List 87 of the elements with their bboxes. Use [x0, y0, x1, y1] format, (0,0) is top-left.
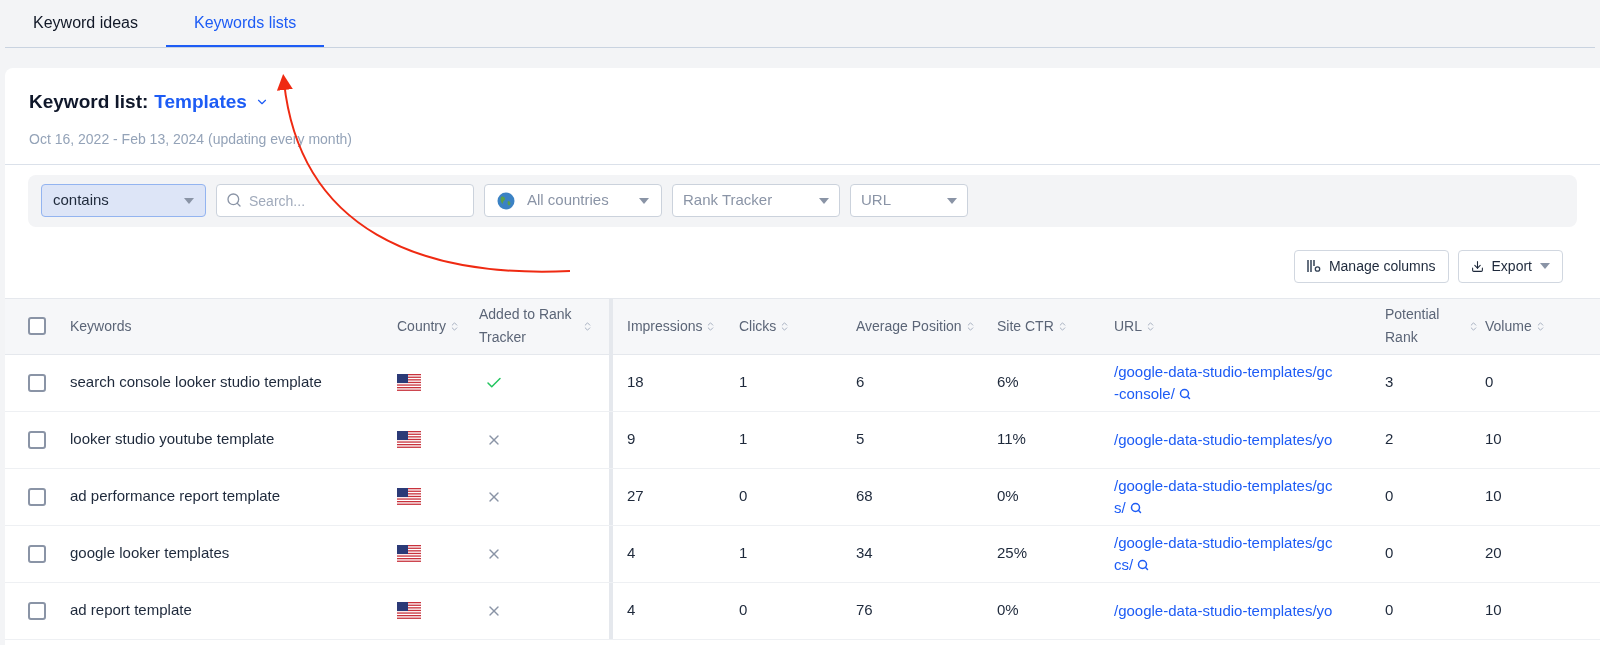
table-cell: 0%: [997, 487, 1019, 505]
sort-icon: [582, 320, 593, 332]
table-cell-text: 4: [627, 543, 636, 564]
globe-icon: [497, 191, 515, 210]
column-header[interactable]: Country: [397, 314, 447, 338]
sort-icon: [1145, 320, 1156, 332]
table-cell: 0: [1385, 487, 1394, 505]
table-cell-text: 18: [627, 372, 644, 393]
table-cell: 68: [856, 487, 873, 505]
url-link[interactable]: s/: [1114, 496, 1126, 519]
rank-tracker-dropdown[interactable]: Rank Tracker: [672, 184, 840, 217]
column-header[interactable]: Keywords: [70, 314, 132, 338]
checkbox[interactable]: [28, 487, 46, 506]
keyword-text: ad report template: [70, 601, 192, 619]
table-cell: 2: [1385, 430, 1394, 448]
table-cell: 11%: [997, 430, 1026, 448]
table-cell: 0%: [997, 601, 1019, 619]
table-cell: 25%: [997, 544, 1028, 562]
keyword-text: ad performance report template: [70, 487, 281, 505]
us-flag-icon: [397, 430, 421, 449]
url-link[interactable]: cs/: [1114, 553, 1134, 576]
url-dropdown[interactable]: URL: [850, 184, 968, 217]
keyword-text: looker studio youtube template: [70, 430, 275, 448]
table-cell: 34: [856, 544, 873, 562]
table-cell: 0: [1385, 601, 1394, 619]
column-header[interactable]: URL: [1114, 314, 1142, 338]
list-selector[interactable]: Templates: [154, 88, 269, 117]
table-cell: 0: [1485, 373, 1494, 391]
table-cell-text: 9: [627, 429, 636, 450]
caret-icon: [947, 197, 957, 204]
table-cell: 76: [856, 601, 873, 619]
checkbox[interactable]: [28, 430, 46, 449]
table-cell: 6%: [997, 373, 1019, 391]
caret-icon: [819, 197, 829, 204]
tab[interactable]: Keywords lists: [165, 0, 325, 47]
table-cell: 10: [1485, 487, 1502, 505]
columns-settings-icon: [1306, 259, 1321, 273]
country-dropdown[interactable]: All countries: [484, 184, 662, 217]
table-cell: 0: [739, 487, 748, 505]
column-header[interactable]: Added to Rank Tracker: [479, 303, 579, 349]
us-flag-icon: [397, 544, 421, 563]
table-cell: 20: [1485, 544, 1502, 562]
checkbox[interactable]: [28, 373, 46, 392]
download-icon: [1470, 259, 1484, 273]
search-icon: [226, 192, 242, 208]
keyword-text: google looker templates: [70, 544, 230, 562]
table-cell: 1: [739, 373, 748, 391]
column-header[interactable]: Potential Rank: [1385, 303, 1465, 349]
table-cell: 0: [739, 601, 748, 619]
list-title: Keyword list:: [29, 90, 149, 114]
caret-icon: [1540, 263, 1550, 269]
table-cell-text: 4: [627, 600, 636, 621]
url-link[interactable]: /google-data-studio-templates/gc: [1114, 474, 1333, 497]
export-button[interactable]: Export: [1457, 249, 1563, 283]
match-dropdown[interactable]: contains: [41, 184, 206, 217]
us-flag-icon: [397, 373, 421, 392]
checkbox[interactable]: [28, 317, 46, 335]
manage-columns-button[interactable]: Manage columns: [1293, 249, 1449, 283]
column-header[interactable]: Impressions: [627, 314, 703, 338]
table-cell: 1: [739, 544, 748, 562]
table-cell: 10: [1485, 601, 1502, 619]
caret-icon: [184, 197, 194, 204]
us-flag-icon: [397, 601, 421, 620]
table-cell: 10: [1485, 430, 1502, 448]
table-cell: 6: [856, 373, 865, 391]
column-header[interactable]: Clicks: [739, 314, 777, 338]
checkbox[interactable]: [28, 601, 46, 620]
column-header[interactable]: Volume: [1485, 314, 1532, 338]
checkbox[interactable]: [28, 544, 46, 563]
table-cell: 5: [856, 430, 865, 448]
keyword-text: search console looker studio template: [70, 373, 322, 391]
table-cell: 1: [739, 430, 748, 448]
url-link[interactable]: -console/: [1114, 382, 1175, 405]
column-header[interactable]: Site CTR: [997, 314, 1054, 338]
tab[interactable]: Keyword ideas: [5, 0, 166, 47]
table-cell: 3: [1385, 373, 1394, 391]
column-header[interactable]: Average Position: [856, 314, 962, 338]
us-flag-icon: [397, 487, 421, 506]
table-cell-text: 27: [627, 486, 644, 507]
search-field[interactable]: Search...: [216, 184, 474, 217]
url-link[interactable]: /google-data-studio-templates/yo: [1114, 599, 1333, 622]
url-link[interactable]: /google-data-studio-templates/yo: [1114, 428, 1333, 451]
table-cell: 0: [1385, 544, 1394, 562]
sort-icon: [1468, 320, 1479, 332]
url-link[interactable]: /google-data-studio-templates/gc: [1114, 531, 1333, 554]
url-link[interactable]: /google-data-studio-templates/gc: [1114, 360, 1333, 383]
caret-icon: [639, 197, 649, 204]
